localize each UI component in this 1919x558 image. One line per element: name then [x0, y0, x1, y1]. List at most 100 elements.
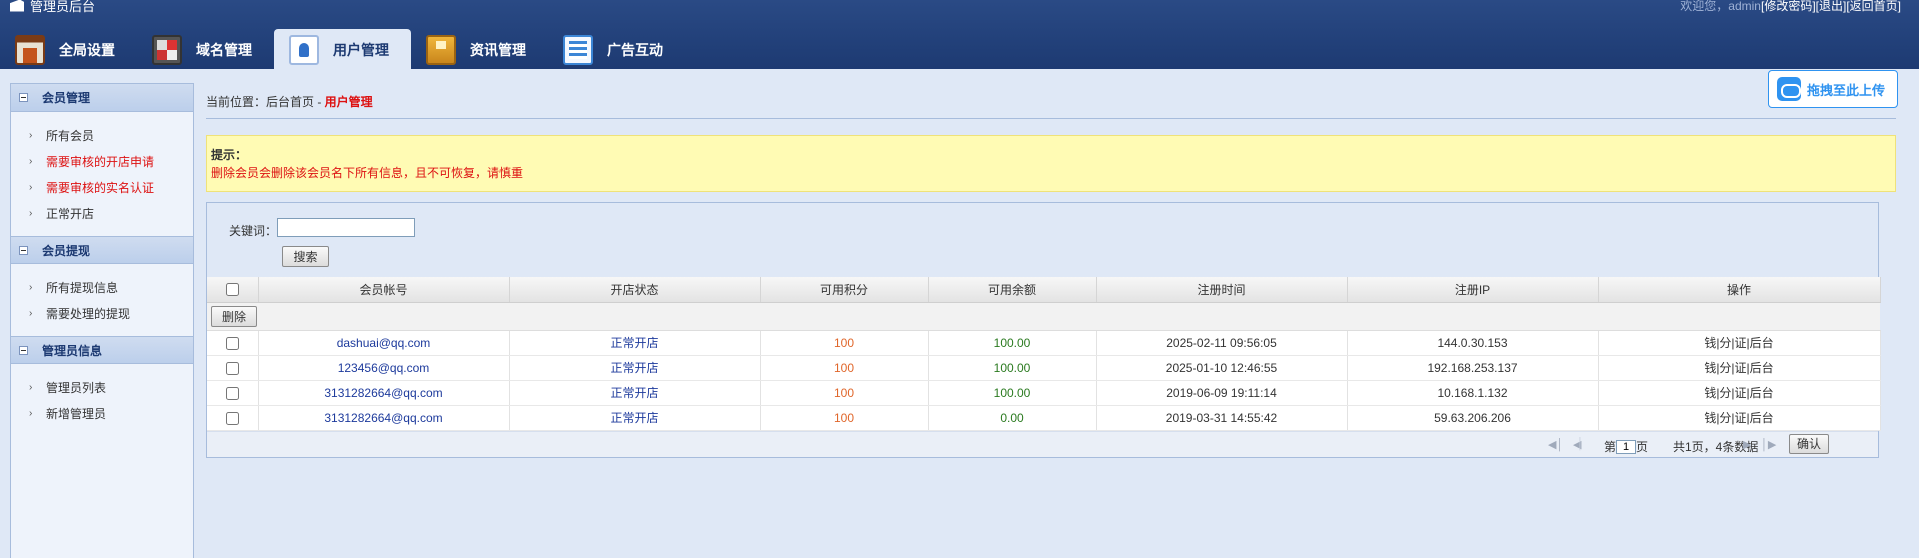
pagination: ◀│ ◀ │ 第页 共1页，4条数据 ▶ │▶ 确认 — [207, 430, 1878, 457]
chevron-right-icon: › — [29, 408, 33, 419]
row-select-cell — [207, 380, 259, 406]
points-cell: 100 — [760, 405, 929, 431]
collapse-icon[interactable] — [19, 345, 28, 355]
collapse-icon[interactable] — [19, 93, 28, 102]
sidebar-item-admin-list[interactable]: › 管理员列表 — [11, 375, 193, 401]
nav-tab-user-management[interactable]: 用户管理 — [274, 29, 411, 69]
reg-time-cell: 2025-01-10 12:46:55 — [1096, 355, 1348, 381]
sidebar-section-members[interactable]: 会员管理 — [11, 84, 193, 112]
reg-ip-cell: 144.0.30.153 — [1347, 330, 1599, 356]
upload-label: 拖拽至此上传 — [1807, 82, 1886, 98]
delete-button[interactable]: 删除 — [211, 305, 257, 327]
top-header: 管理员后台 欢迎您，admin[修改密码][退出][返回首页] 全局设置 域名管… — [0, 0, 1919, 69]
row-checkbox[interactable] — [225, 386, 239, 400]
page-suffix: 页 — [1636, 439, 1649, 454]
ad-icon — [563, 35, 593, 65]
account-cell[interactable]: 123456@qq.com — [258, 355, 510, 381]
sidebar-item-label: 所有提现信息 — [46, 281, 119, 295]
nav-tab-global-settings[interactable]: 全局设置 — [0, 31, 137, 69]
collapse-icon[interactable] — [19, 245, 28, 255]
table-row: 3131282664@qq.com 正常开店 100 100.00 2019-0… — [207, 380, 1881, 406]
reg-ip-cell: 10.168.1.132 — [1347, 380, 1599, 406]
balance-cell: 100.00 — [928, 330, 1097, 356]
user-icon — [289, 35, 319, 65]
row-checkbox[interactable] — [225, 361, 239, 375]
column-header-points[interactable]: 可用积分 — [760, 277, 929, 303]
logout-link[interactable]: [退出] — [1816, 0, 1847, 13]
page-prefix: 第 — [1604, 439, 1617, 454]
sidebar-list-members: › 所有会员 › 需要审核的开店申请 › 需要审核的实名认证 › 正常开店 — [11, 112, 193, 236]
change-password-link[interactable]: [修改密码] — [1761, 0, 1816, 13]
column-header-status[interactable]: 开店状态 — [509, 277, 761, 303]
reg-ip-cell: 59.63.206.206 — [1347, 405, 1599, 431]
sidebar-item-label: 需要处理的提现 — [46, 307, 131, 321]
status-cell[interactable]: 正常开店 — [509, 405, 761, 431]
actions-cell[interactable]: 钱|分|证|后台 — [1598, 355, 1881, 381]
nav-tab-news[interactable]: 资讯管理 — [411, 31, 548, 69]
sidebar-item-all-members[interactable]: › 所有会员 — [11, 123, 193, 149]
points-cell: 100 — [760, 355, 929, 381]
sidebar-section-admins[interactable]: 管理员信息 — [11, 336, 193, 364]
sidebar-item-pending-withdrawals[interactable]: › 需要处理的提现 — [11, 301, 193, 327]
pager-separator: │ — [1577, 437, 1584, 450]
reg-time-cell: 2019-06-09 19:11:14 — [1096, 380, 1348, 406]
sidebar-item-all-withdrawals[interactable]: › 所有提现信息 — [11, 275, 193, 301]
cloud-upload-icon — [1777, 77, 1801, 101]
column-header-reg-time[interactable]: 注册时间 — [1096, 277, 1348, 303]
news-icon — [426, 35, 456, 65]
sidebar-section-title: 管理员信息 — [42, 343, 103, 358]
sidebar-item-add-admin[interactable]: › 新增管理员 — [11, 401, 193, 427]
sidebar-section-title: 会员提现 — [42, 243, 91, 258]
return-home-link[interactable]: [返回首页] — [1846, 0, 1901, 13]
keyword-input[interactable] — [277, 218, 415, 237]
actions-cell[interactable]: 钱|分|证|后台 — [1598, 405, 1881, 431]
column-header-account[interactable]: 会员帐号 — [258, 277, 510, 303]
sidebar-item-shop-applications[interactable]: › 需要审核的开店申请 — [11, 149, 193, 175]
drag-upload-button[interactable]: 拖拽至此上传 — [1768, 70, 1898, 108]
nav-tab-ads[interactable]: 广告互动 — [548, 31, 685, 69]
column-header-balance[interactable]: 可用余额 — [928, 277, 1097, 303]
app-title: 管理员后台 — [30, 0, 96, 14]
account-cell[interactable]: 3131282664@qq.com — [258, 380, 510, 406]
table-row: dashuai@qq.com 正常开店 100 100.00 2025-02-1… — [207, 330, 1881, 356]
sidebar-item-normal-shops[interactable]: › 正常开店 — [11, 201, 193, 227]
status-cell[interactable]: 正常开店 — [509, 380, 761, 406]
column-header-actions[interactable]: 操作 — [1598, 277, 1881, 303]
account-cell[interactable]: dashuai@qq.com — [258, 330, 510, 356]
main-content: 当前位置：后台首页 - 用户管理 拖拽至此上传 提示： 删除会员会删除该会员名下… — [206, 70, 1898, 458]
status-cell[interactable]: 正常开店 — [509, 355, 761, 381]
nav-tab-label: 全局设置 — [59, 42, 115, 58]
keyword-label: 关键词： — [229, 224, 278, 238]
page-number-input[interactable] — [1616, 440, 1637, 455]
sidebar-section-title: 会员管理 — [42, 91, 91, 105]
actions-cell[interactable]: 钱|分|证|后台 — [1598, 380, 1881, 406]
account-cell[interactable]: 3131282664@qq.com — [258, 405, 510, 431]
first-page-icon[interactable]: ◀│ — [1548, 438, 1563, 451]
last-page-icon[interactable]: │▶ — [1761, 438, 1776, 451]
sidebar-item-label: 需要审核的实名认证 — [46, 181, 155, 195]
nav-tab-label: 资讯管理 — [470, 42, 526, 58]
nav-tab-domain[interactable]: 域名管理 — [137, 31, 274, 69]
status-cell[interactable]: 正常开店 — [509, 330, 761, 356]
sidebar-section-withdrawals[interactable]: 会员提现 — [11, 236, 193, 264]
breadcrumb-prefix: 当前位置：后台首页 - — [206, 95, 325, 109]
row-checkbox[interactable] — [225, 411, 239, 425]
table-header-row: 会员帐号 开店状态 可用积分 可用余额 注册时间 注册IP 操作 — [207, 277, 1881, 303]
member-panel: 关键词： 搜索 会员帐号 开店状态 可用积分 可用余额 注册时间 注册IP 操作 — [206, 202, 1881, 458]
table-row: 123456@qq.com 正常开店 100 100.00 2025-01-10… — [207, 355, 1881, 381]
row-checkbox[interactable] — [225, 336, 239, 350]
sidebar-item-real-name-verification[interactable]: › 需要审核的实名认证 — [11, 175, 193, 201]
next-page-icon[interactable]: ▶ — [1743, 438, 1751, 451]
sidebar: 会员管理 › 所有会员 › 需要审核的开店申请 › 需要审核的实名认证 › 正常开店 会… — [10, 83, 194, 558]
sidebar-item-label: 所有会员 — [46, 129, 95, 143]
row-select-cell — [207, 405, 259, 431]
select-all-checkbox[interactable] — [225, 283, 239, 297]
sidebar-item-label: 需要审核的开店申请 — [46, 155, 155, 169]
actions-cell[interactable]: 钱|分|证|后台 — [1598, 330, 1881, 356]
sidebar-list-admins: › 管理员列表 › 新增管理员 — [11, 364, 193, 436]
chevron-right-icon: › — [29, 208, 33, 219]
table-row: 3131282664@qq.com 正常开店 100 0.00 2019-03-… — [207, 405, 1881, 431]
confirm-page-button[interactable]: 确认 — [1789, 433, 1829, 454]
search-button[interactable]: 搜索 — [282, 246, 329, 267]
column-header-reg-ip[interactable]: 注册IP — [1347, 277, 1599, 303]
